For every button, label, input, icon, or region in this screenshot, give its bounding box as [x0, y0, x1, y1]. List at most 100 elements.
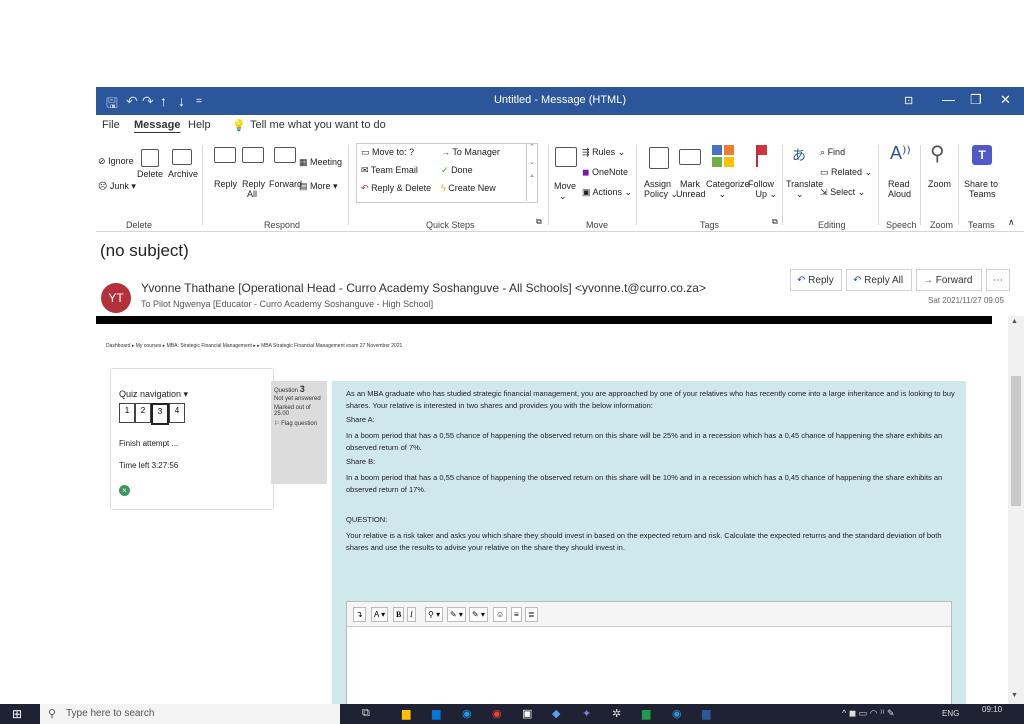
sender[interactable]: Yvonne Thathane [Operational Head - Curr…	[141, 281, 706, 295]
restore-icon[interactable]: ❐	[970, 92, 982, 108]
scroll-down-icon[interactable]: ▼	[1011, 692, 1018, 699]
bold-icon[interactable]: B	[393, 607, 405, 622]
taskbar-search[interactable]: ⚲ Type here to search	[40, 704, 340, 724]
meeting-button[interactable]: ▦ Meeting	[299, 157, 342, 168]
recipient[interactable]: To Pilot Ngwenya [Educator - Curro Acade…	[141, 299, 433, 309]
related-button[interactable]: ▭ Related ⌄	[820, 167, 872, 178]
reply-all-button[interactable]: Reply All	[242, 179, 265, 199]
ribbon-display-icon[interactable]: ⊡	[904, 94, 913, 107]
zoom-button[interactable]: Zoom	[928, 179, 951, 189]
find-button[interactable]: ⌕ Find	[820, 147, 845, 158]
read-aloud-button[interactable]: Read Aloud	[888, 179, 911, 199]
taskbar: ⊞ ⚲ Type here to search ⧉ ▆ ▆ ◉ ◉ ▣ ◆ ✦ …	[0, 704, 1024, 724]
mark-unread-button[interactable]: Mark Unread	[676, 179, 706, 199]
archive-button[interactable]: Archive	[168, 169, 198, 179]
tags-launcher-icon[interactable]: ⧉	[772, 217, 778, 227]
unordered-list-icon[interactable]: ≡	[511, 607, 522, 622]
quiz-page-2[interactable]: 2	[135, 403, 151, 423]
move-to-step[interactable]: ▭ Move to: ?	[361, 147, 414, 158]
lightbulb-icon: 💡	[232, 120, 246, 132]
word-icon[interactable]: ▆	[702, 707, 710, 720]
reply-delete-step[interactable]: ↶ Reply & Delete	[361, 183, 431, 194]
collapse-toolbar-icon[interactable]: ↴	[353, 607, 366, 622]
store-icon[interactable]: ▣	[522, 707, 532, 720]
brush-icon[interactable]: ✎ ▾	[469, 607, 488, 622]
ignore-button[interactable]: ⊘ Ignore	[98, 156, 134, 167]
browser-icon[interactable]: ◉	[672, 707, 682, 720]
minimize-icon[interactable]: —	[942, 92, 955, 107]
title-bar: 🖫 ↶ ↷ ↑ ↓ = Untitled - Message (HTML) ⊡ …	[96, 87, 1024, 115]
system-tray-icons[interactable]: ^ ◼ ▭ ◠ ⁾⁾ ✎	[842, 708, 895, 719]
language-indicator[interactable]: ENG	[942, 709, 959, 718]
quiz-page-4[interactable]: 4	[169, 403, 185, 423]
teams-taskbar-icon[interactable]: ✦	[582, 707, 591, 720]
translate-icon: あ	[792, 147, 806, 163]
quick-steps-scroll[interactable]: ⌃ ⌄ ⩡	[526, 143, 537, 201]
italic-icon[interactable]: I	[407, 607, 416, 622]
tell-me-search[interactable]: Tell me what you want to do	[250, 119, 386, 131]
forward-button[interactable]: Forward	[269, 179, 302, 189]
outlook-icon[interactable]: ▆	[432, 707, 440, 720]
mail-icon[interactable]: ◆	[552, 707, 560, 720]
tab-help[interactable]: Help	[188, 119, 211, 131]
categorize-button[interactable]: Categorize ⌄	[706, 179, 750, 200]
ordered-list-icon[interactable]: ≣	[525, 607, 538, 622]
group-tags-label: Tags	[700, 220, 720, 230]
pen-icon[interactable]: ✎ ▾	[447, 607, 466, 622]
junk-button[interactable]: ☹ Junk ▾	[98, 181, 136, 192]
quiz-page-1[interactable]: 1	[119, 403, 135, 423]
translate-button[interactable]: Translate ⌄	[786, 179, 823, 200]
onenote-button[interactable]: ◼ OneNote	[582, 167, 628, 178]
quiz-page-3[interactable]: 3	[151, 403, 169, 425]
chrome-icon[interactable]: ◉	[492, 707, 502, 720]
answer-textarea[interactable]	[347, 627, 951, 704]
archive-icon	[172, 149, 192, 165]
select-button[interactable]: ⇲ Select ⌄	[820, 187, 865, 198]
settings-icon[interactable]: ✲	[612, 707, 621, 720]
follow-up-button[interactable]: Follow Up ⌄	[748, 179, 777, 200]
reply-all-icon	[242, 147, 264, 163]
done-step[interactable]: ✓ Done	[441, 165, 473, 176]
close-icon[interactable]: ✕	[1000, 92, 1011, 108]
create-new-step[interactable]: ϟ Create New	[441, 183, 496, 193]
reading-pane-scrollbar[interactable]: ▲ ▼	[1008, 316, 1024, 704]
collapse-ribbon-icon[interactable]: ∧	[1008, 217, 1015, 228]
reply-button[interactable]: ↶ Reply	[790, 269, 842, 291]
tab-file[interactable]: File	[102, 119, 120, 131]
question-content: As an MBA graduate who has studied strat…	[332, 381, 966, 704]
forward-button[interactable]: → Forward	[916, 269, 982, 291]
tab-message[interactable]: Message	[134, 119, 180, 131]
excel-icon[interactable]: ▆	[642, 707, 650, 720]
finish-attempt-link[interactable]: Finish attempt ...	[119, 439, 178, 448]
more-actions-button[interactable]: ⋯	[986, 269, 1010, 291]
paragraph-style-icon[interactable]: A ▾	[371, 607, 389, 622]
move-button[interactable]: Move ⌄	[554, 181, 576, 202]
link-icon[interactable]: ⚲ ▾	[425, 607, 444, 622]
scroll-up-icon[interactable]: ▲	[1011, 318, 1018, 325]
categorize-icon	[712, 145, 734, 167]
reply-all-button[interactable]: ↶ Reply All	[846, 269, 912, 291]
rules-button[interactable]: ⇶ Rules ⌄	[582, 147, 625, 158]
reply-button[interactable]: Reply	[214, 179, 237, 189]
clock[interactable]: 09:10	[982, 705, 1002, 714]
emoji-icon[interactable]: ☺	[493, 607, 508, 622]
flag-question-link[interactable]: ⚐ Flag question	[274, 420, 324, 427]
quick-steps-launcher-icon[interactable]: ⧉	[536, 217, 542, 227]
windows-start-icon[interactable]: ⊞	[12, 707, 22, 721]
file-explorer-icon[interactable]: ▆	[402, 707, 410, 720]
delete-button[interactable]: Delete	[137, 169, 163, 179]
team-email-step[interactable]: ✉ Team Email	[361, 165, 418, 176]
to-manager-step[interactable]: → To Manager	[441, 147, 500, 157]
share-to-teams-button[interactable]: Share to Teams	[964, 179, 998, 199]
reply-delete-icon: ↶	[361, 183, 369, 193]
scroll-thumb[interactable]	[1011, 376, 1021, 506]
more-respond-button[interactable]: ▤ More ▾	[299, 181, 338, 192]
assign-policy-button[interactable]: Assign Policy ⌄	[644, 179, 678, 200]
edge-icon[interactable]: ◉	[462, 707, 472, 720]
group-teams-label: Teams	[968, 220, 995, 230]
move-to-icon: ▭	[361, 147, 370, 157]
quiz-navigation-panel: Quiz navigation ▾ 1 2 3 4 Finish attempt…	[110, 368, 274, 510]
actions-button[interactable]: ▣ Actions ⌄	[582, 187, 632, 198]
task-view-icon[interactable]: ⧉	[362, 707, 370, 720]
question-marks: Marked out of 25.00	[274, 405, 311, 417]
